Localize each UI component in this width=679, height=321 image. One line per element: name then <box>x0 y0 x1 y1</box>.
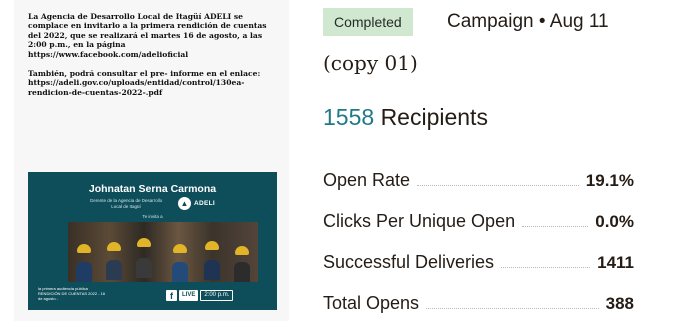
preview-text: La Agencia de Desarrollo Local de Itagüí… <box>28 12 280 107</box>
time-badge: 2:00 p.m. <box>200 290 234 301</box>
stat-total-opens: Total Opens 388 <box>323 293 634 314</box>
banner-photo <box>68 222 258 282</box>
stat-value: 388 <box>605 294 634 313</box>
banner-invite: Te invita a <box>142 214 163 219</box>
facebook-icon: f <box>166 290 177 301</box>
stat-label: Clicks Per Unique Open <box>323 211 516 231</box>
stat-value: 0.0% <box>595 212 634 231</box>
dotted-leader <box>417 185 579 186</box>
preview-paragraph-1: La Agencia de Desarrollo Local de Itagüí… <box>28 12 267 59</box>
stat-open-rate: Open Rate 19.1% <box>323 170 634 191</box>
adeli-logo-icon: ▲ <box>178 197 191 210</box>
banner-name: Johnatan Serna Carmona <box>88 183 217 195</box>
stat-successful-deliveries: Successful Deliveries 1411 <box>323 252 634 273</box>
stat-label: Total Opens <box>323 293 420 313</box>
preview-banner-image: Johnatan Serna Carmona Gerente de la Age… <box>28 172 277 310</box>
banner-bottom-text: la primera audiencia pública RENDICIÓN D… <box>38 286 106 301</box>
recipients-count: 1558 <box>323 104 375 130</box>
stat-value: 1411 <box>597 253 634 272</box>
banner-logo: ▲ ADELI <box>178 197 215 210</box>
stat-clicks-per-unique-open: Clicks Per Unique Open 0.0% <box>323 211 634 232</box>
recipients-summary[interactable]: 1558 Recipients <box>323 104 488 131</box>
dotted-leader <box>501 267 591 268</box>
dotted-leader <box>522 226 589 227</box>
email-preview-thumbnail[interactable]: La Agencia de Desarrollo Local de Itagüí… <box>14 0 289 321</box>
banner-logo-text: ADELI <box>194 200 215 207</box>
stat-label: Open Rate <box>323 170 411 190</box>
banner-subtitle: Gerente de la Agencia de Desarrollo Loca… <box>89 198 163 209</box>
live-badge: LIVE <box>179 290 199 301</box>
campaign-meta: Campaign • Aug 11 <box>447 11 609 32</box>
preview-paragraph-2: También, podrá consultar el pre- informe… <box>28 69 261 97</box>
stat-label: Successful Deliveries <box>323 252 495 272</box>
dotted-leader <box>426 308 599 309</box>
banner-social: f LIVE 2:00 p.m. <box>166 290 234 301</box>
recipients-label: Recipients <box>380 104 488 130</box>
campaign-name[interactable]: (copy 01) <box>323 51 418 75</box>
status-badge: Completed <box>323 8 413 36</box>
campaign-stats: Open Rate 19.1% Clicks Per Unique Open 0… <box>323 170 634 321</box>
stat-value: 19.1% <box>585 171 634 190</box>
